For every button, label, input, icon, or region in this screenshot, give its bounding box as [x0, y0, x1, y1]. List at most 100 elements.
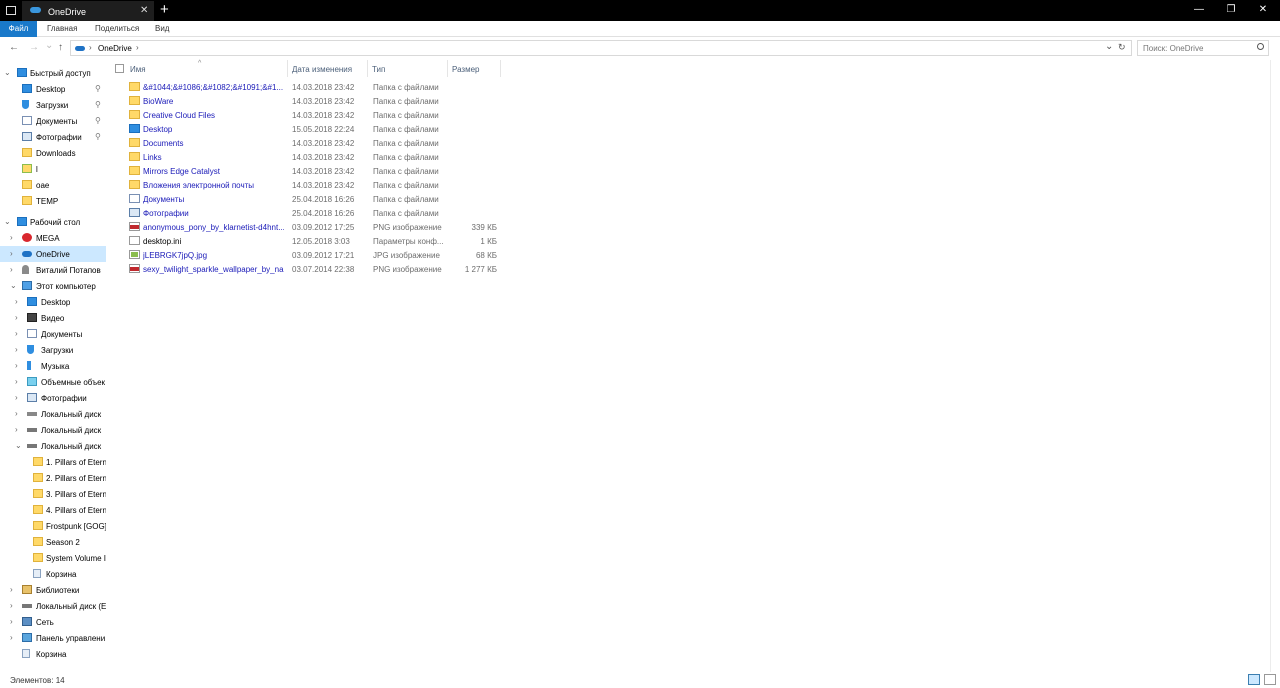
sidebar-desktop[interactable]: ⌄ Рабочий стол	[0, 214, 106, 230]
sidebar-item-quick-access[interactable]: Фотографии ⚲	[0, 129, 106, 145]
file-name[interactable]: jLEBRGK7jpQ.jpg	[143, 251, 284, 260]
minimize-button[interactable]: —	[1193, 4, 1205, 15]
refresh-icon[interactable]: ↻	[1118, 42, 1126, 53]
ribbon-tab-file[interactable]: Файл	[0, 21, 37, 37]
file-name[interactable]: Creative Cloud Files	[143, 111, 284, 120]
sidebar-item-quick-access[interactable]: TEMP	[0, 193, 106, 209]
file-row[interactable]: BioWare 14.03.2018 23:42 Папка с файлами	[110, 94, 510, 108]
column-date[interactable]: Дата изменения	[292, 65, 352, 74]
chevron-right-icon[interactable]: ›	[15, 425, 18, 434]
chevron-right-icon[interactable]: ›	[15, 313, 18, 322]
breadcrumb-onedrive[interactable]: OneDrive	[98, 44, 132, 53]
breadcrumb-separator[interactable]: ›	[89, 43, 92, 52]
sidebar-item-this-pc[interactable]: › Фотографии	[0, 390, 106, 406]
ribbon-tab-view[interactable]: Вид	[155, 21, 169, 37]
sidebar-item-bottom[interactable]: › Панель управлени	[0, 630, 106, 646]
file-row[interactable]: sexy_twilight_sparkle_wallpaper_by_na...…	[110, 262, 510, 276]
sidebar-item-bottom[interactable]: › Библиотеки	[0, 582, 106, 598]
window-menu-icon[interactable]	[6, 6, 16, 15]
file-name[interactable]: Вложения электронной почты	[143, 181, 284, 190]
details-view-icon[interactable]	[1248, 674, 1260, 685]
chevron-right-icon[interactable]: ›	[15, 393, 18, 402]
sidebar-item-onedrive-cloud[interactable]: › OneDrive	[0, 246, 106, 262]
sidebar-item-quick-access[interactable]: oae	[0, 177, 106, 193]
chevron-right-icon[interactable]: ›	[10, 249, 13, 258]
sidebar-quick-access[interactable]: ⌄ Быстрый доступ	[0, 65, 106, 81]
column-divider[interactable]	[367, 60, 368, 77]
chevron-right-icon[interactable]: ›	[15, 377, 18, 386]
chevron-down-icon[interactable]: ⌄	[4, 68, 11, 77]
sidebar-item-computer[interactable]: ⌄ Этот компьютер	[0, 278, 106, 294]
column-name[interactable]: Имя	[130, 65, 146, 74]
sidebar-item-quick-access[interactable]: Downloads	[0, 145, 106, 161]
file-name[interactable]: BioWare	[143, 97, 284, 106]
maximize-button[interactable]: ❐	[1225, 4, 1237, 15]
ribbon-tab-share[interactable]: Поделиться	[95, 21, 139, 37]
sidebar-item-this-pc[interactable]: › Desktop	[0, 294, 106, 310]
file-row[interactable]: jLEBRGK7jpQ.jpg 03.09.2012 17:21 JPG изобр…	[110, 248, 510, 262]
search-input[interactable]: Поиск: OneDrive	[1137, 40, 1269, 56]
sidebar-item-bottom[interactable]: › Локальный диск (E	[0, 598, 106, 614]
file-row[interactable]: desktop.ini 12.05.2018 3:03 Параметры конф…	[110, 234, 510, 248]
chevron-right-icon[interactable]: ›	[10, 585, 13, 594]
sidebar-item-bottom[interactable]: Корзина	[0, 646, 106, 662]
file-row[interactable]: Документы 25.04.2018 16:26 Папка с файлами	[110, 192, 510, 206]
back-button[interactable]: ←	[9, 42, 19, 53]
chevron-right-icon[interactable]: ›	[10, 233, 13, 242]
chevron-right-icon[interactable]: ›	[15, 297, 18, 306]
file-row[interactable]: Фотографии 25.04.2018 16:26 Папка с файлам…	[110, 206, 510, 220]
file-name[interactable]: Desktop	[143, 125, 284, 134]
file-name[interactable]: Documents	[143, 139, 284, 148]
sidebar-item-drive-folder[interactable]: System Volume I	[0, 550, 106, 566]
sidebar-item-this-pc[interactable]: › Музыка	[0, 358, 106, 374]
sidebar-item-drive-folder[interactable]: 4. Pillars of Etern	[0, 502, 106, 518]
sidebar-item-this-pc[interactable]: › Видео	[0, 310, 106, 326]
column-type[interactable]: Тип	[372, 65, 385, 74]
file-row[interactable]: Вложения электронной почты 14.03.2018 23:…	[110, 178, 510, 192]
sidebar-item-quick-access[interactable]: Документы ⚲	[0, 113, 106, 129]
sidebar-item-this-pc[interactable]: › Локальный диск	[0, 406, 106, 422]
file-row[interactable]: Creative Cloud Files 14.03.2018 23:42 Папк…	[110, 108, 510, 122]
search-icon[interactable]	[1257, 43, 1264, 50]
tab-onedrive[interactable]: OneDrive ✕	[22, 1, 154, 21]
file-row[interactable]: Desktop 15.05.2018 22:24 Папка с файлами	[110, 122, 510, 136]
sidebar-item-this-pc[interactable]: › Объемные объек	[0, 374, 106, 390]
sidebar-item-drive-folder[interactable]: Корзина	[0, 566, 106, 582]
sidebar-item-drive-folder[interactable]: 2. Pillars of Etern	[0, 470, 106, 486]
file-name[interactable]: &#1044;&#1086;&#1082;&#1091;&#1...	[143, 83, 284, 92]
chevron-right-icon[interactable]: ›	[15, 329, 18, 338]
sidebar-item-drive-folder[interactable]: Season 2	[0, 534, 106, 550]
chevron-right-icon[interactable]: ›	[15, 409, 18, 418]
chevron-down-icon[interactable]: ⌄	[10, 281, 17, 290]
file-row[interactable]: Mirrors Edge Catalyst 14.03.2018 23:42 Пап…	[110, 164, 510, 178]
file-name[interactable]: Mirrors Edge Catalyst	[143, 167, 284, 176]
column-divider[interactable]	[500, 60, 501, 77]
chevron-down-icon[interactable]: ⌄	[4, 217, 11, 226]
file-name[interactable]: anonymous_pony_by_klarnetist-d4hnt...	[143, 223, 284, 232]
column-divider[interactable]	[447, 60, 448, 77]
recent-locations-button[interactable]: ⌄	[45, 40, 53, 51]
file-name[interactable]: Links	[143, 153, 284, 162]
file-row[interactable]: anonymous_pony_by_klarnetist-d4hnt... 03.…	[110, 220, 510, 234]
sidebar-item-mega[interactable]: › MEGA	[0, 230, 106, 246]
close-window-button[interactable]: ✕	[1257, 4, 1269, 15]
file-row[interactable]: &#1044;&#1086;&#1082;&#1091;&#1... 14.03.…	[110, 80, 510, 94]
sidebar-item-drive-folder[interactable]: Frostpunk [GOG]	[0, 518, 106, 534]
forward-button[interactable]: →	[29, 42, 39, 53]
file-name[interactable]: desktop.ini	[143, 237, 284, 246]
vertical-scrollbar[interactable]	[1270, 60, 1280, 672]
sidebar-item-quick-access[interactable]: Desktop ⚲	[0, 81, 106, 97]
sidebar-item-quick-access[interactable]: Загрузки ⚲	[0, 97, 106, 113]
chevron-right-icon[interactable]: ›	[15, 345, 18, 354]
new-tab-button[interactable]: +	[160, 1, 169, 18]
file-row[interactable]: Links 14.03.2018 23:42 Папка с файлами	[110, 150, 510, 164]
file-name[interactable]: sexy_twilight_sparkle_wallpaper_by_na...	[143, 265, 284, 274]
sidebar-item-quick-access[interactable]: l	[0, 161, 106, 177]
chevron-right-icon[interactable]: ›	[10, 601, 13, 610]
up-button[interactable]: ↑	[58, 42, 63, 53]
sidebar-item-this-pc[interactable]: › Документы	[0, 326, 106, 342]
sidebar-item-bottom[interactable]: › Сеть	[0, 614, 106, 630]
chevron-right-icon[interactable]: ›	[10, 265, 13, 274]
ribbon-tab-home[interactable]: Главная	[47, 21, 77, 37]
file-name[interactable]: Документы	[143, 195, 284, 204]
